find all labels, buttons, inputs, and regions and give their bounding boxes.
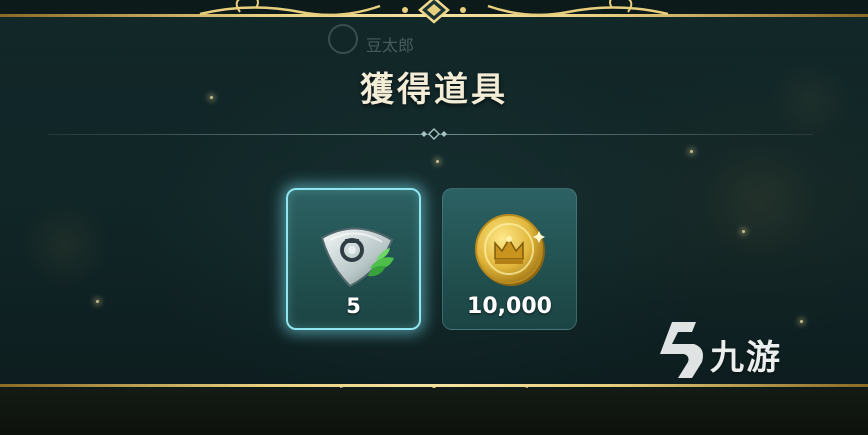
sparkle [436,160,439,163]
reward-scene: 豆太郎 獲得道具 5 10,000 九游 [0,0,868,435]
sparkle [742,230,745,233]
reward-item-shield[interactable]: 5 [286,188,421,330]
watermark-logo-icon [660,322,703,378]
gold-crown-coin-icon [475,214,545,286]
dialog-title: 獲得道具 [360,70,508,110]
top-ornament-icon [199,0,669,24]
divider-diamond-icon [421,128,447,140]
watermark: 九游 [652,318,842,382]
background-player-name: 豆太郎 [366,36,415,55]
green-shield-leaf-icon [320,227,394,288]
sparkle [690,150,693,153]
item-count: 10,000 [467,294,552,319]
watermark-text: 九游 [710,338,782,378]
bottom-background [0,388,868,435]
sparkle [96,300,99,303]
reward-item-coin[interactable]: 10,000 [442,188,577,330]
item-count: 5 [346,294,361,318]
